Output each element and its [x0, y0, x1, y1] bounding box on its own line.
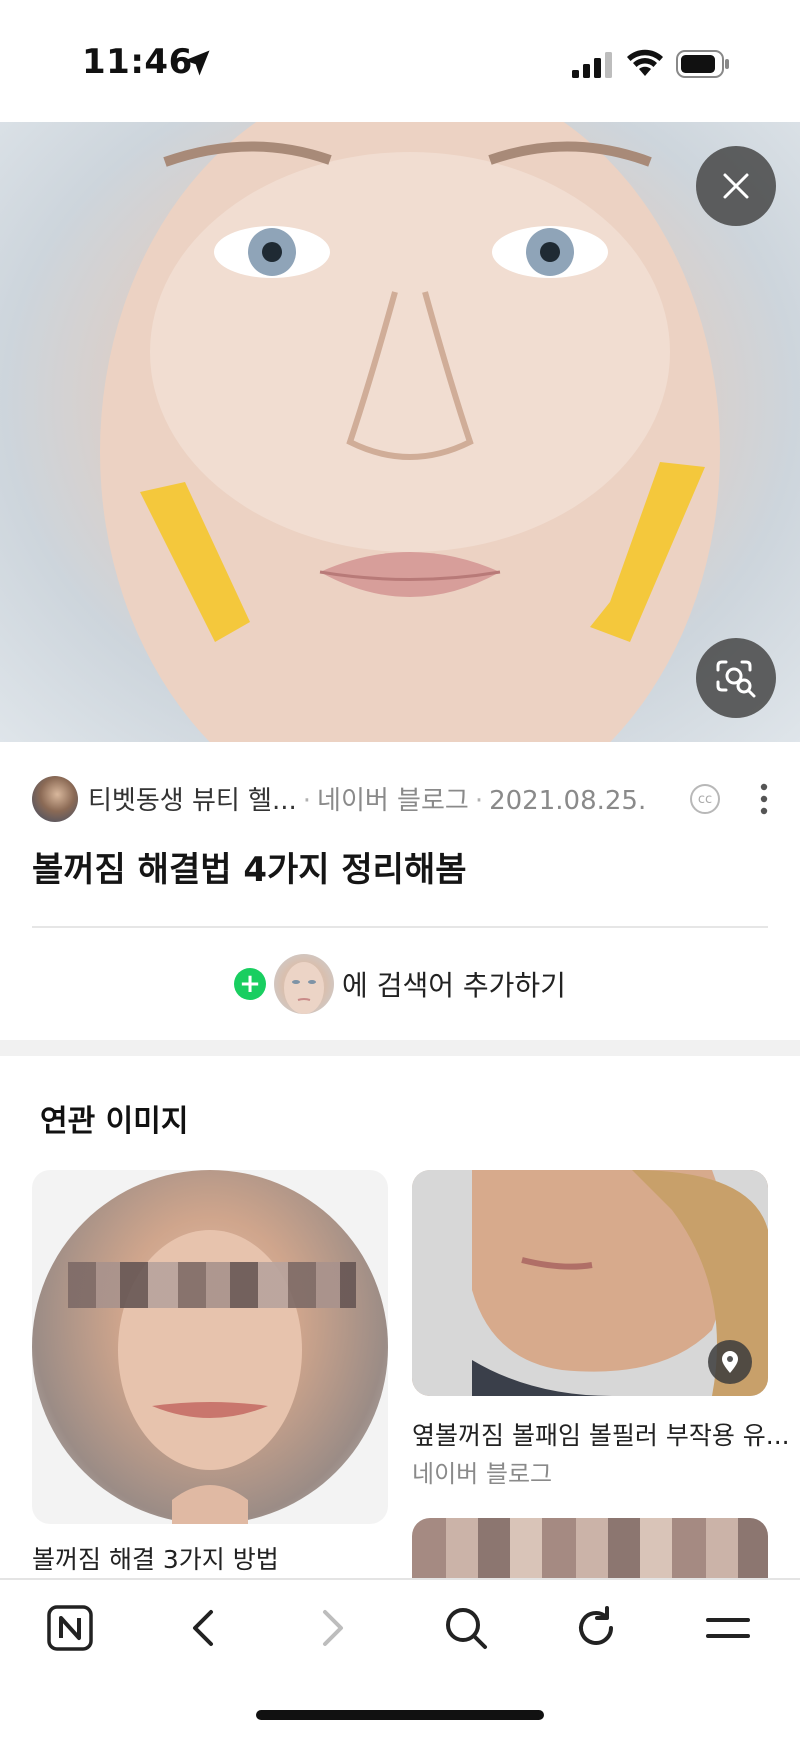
location-arrow-icon	[184, 50, 210, 76]
naver-n-icon	[47, 1605, 93, 1651]
search-button[interactable]	[436, 1598, 496, 1658]
location-pin-button[interactable]	[708, 1340, 752, 1384]
naver-home-button[interactable]	[40, 1598, 100, 1658]
section-separator	[0, 1040, 800, 1056]
face-illustration	[100, 122, 720, 742]
close-button[interactable]	[696, 146, 776, 226]
add-search-term-label: 에 검색어 추가하기	[342, 969, 566, 1002]
hamburger-menu-icon	[706, 1618, 750, 1638]
refresh-icon	[579, 1606, 613, 1645]
privacy-blur	[68, 1262, 356, 1308]
related-image-1[interactable]	[32, 1170, 388, 1524]
divider	[32, 926, 768, 928]
author-name[interactable]: 티벳동생 뷰티 헬...	[88, 786, 297, 816]
result-meta: 티벳동생 뷰티 헬... · 네이버 블로그 · 2021.08.25.	[88, 786, 647, 816]
wifi-icon	[627, 49, 663, 76]
location-pin-icon	[722, 1351, 738, 1373]
cellular-signal-icon	[572, 52, 612, 78]
related-image-2-source: 네이버 블로그	[412, 1460, 553, 1488]
related-image-2-caption[interactable]: 옆볼꺼짐 볼패임 볼필러 부작용 유...	[412, 1416, 790, 1452]
related-images-title: 연관 이미지	[40, 1104, 189, 1139]
forward-button[interactable]	[304, 1598, 364, 1658]
related-image-1-photo	[32, 1170, 388, 1524]
status-time: 11:46	[82, 42, 193, 82]
cc-license-icon: cc	[690, 784, 720, 814]
more-vertical-icon[interactable]	[756, 782, 772, 816]
back-button[interactable]	[172, 1598, 232, 1658]
related-image-3[interactable]	[412, 1518, 768, 1578]
image-search-button[interactable]	[696, 638, 776, 718]
main-image[interactable]	[0, 122, 800, 742]
chevron-left-icon	[193, 1610, 213, 1646]
plus-icon: +	[234, 968, 267, 1000]
chevron-right-icon	[323, 1610, 343, 1646]
image-search-icon	[716, 660, 756, 698]
close-icon	[723, 173, 749, 199]
search-thumbnail	[274, 954, 335, 1014]
source-name[interactable]: 네이버 블로그	[317, 786, 469, 816]
search-icon	[446, 1608, 487, 1649]
menu-button[interactable]	[698, 1598, 758, 1658]
author-avatar[interactable]	[32, 776, 78, 822]
refresh-button[interactable]	[566, 1598, 626, 1658]
battery-icon	[676, 50, 729, 78]
related-image-1-caption[interactable]: 볼꺼짐 해결 3가지 방법	[32, 1540, 279, 1576]
add-search-term-button[interactable]: + 에 검색어 추가하기	[0, 948, 800, 1020]
home-indicator	[256, 1710, 544, 1720]
post-date: 2021.08.25.	[489, 786, 647, 816]
result-title[interactable]: 볼꺼짐 해결법 4가지 정리해봄	[32, 842, 467, 891]
